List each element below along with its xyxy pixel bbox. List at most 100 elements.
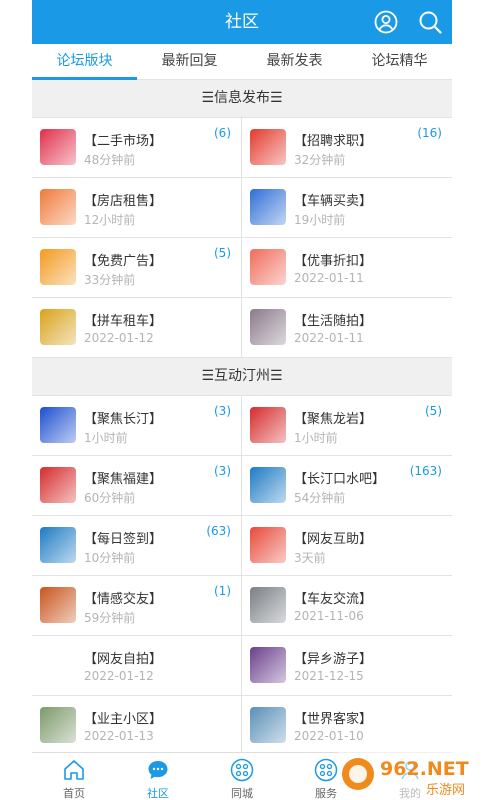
stamp-icon bbox=[250, 407, 286, 443]
search-icon[interactable] bbox=[418, 10, 442, 34]
board-name: 【聚焦长汀】 bbox=[84, 412, 163, 427]
user-icon[interactable] bbox=[374, 10, 398, 34]
home-icon bbox=[64, 760, 84, 780]
board-new-count: (3) bbox=[214, 404, 231, 418]
board-name: 【房店租售】 bbox=[84, 194, 163, 209]
board-item[interactable]: 【生活随拍】 2022-01-11 bbox=[242, 298, 452, 357]
tab-forum-highlights[interactable]: 论坛精华 bbox=[347, 44, 452, 79]
tabbar-community[interactable]: 社区 bbox=[116, 753, 200, 800]
water-drop-icon bbox=[250, 467, 286, 503]
house-icon bbox=[40, 189, 76, 225]
board-name: 【长汀口水吧】 bbox=[294, 472, 386, 487]
board-item[interactable]: 【优事折扣】 2022-01-11 bbox=[242, 238, 452, 297]
active-tab-indicator bbox=[32, 77, 137, 80]
board-last-active: 59分钟前 bbox=[84, 611, 136, 625]
board-item[interactable]: 【情感交友】 59分钟前 (1) bbox=[32, 576, 241, 635]
app-screen: 社区 论坛版块 最新回复 最新发表 论坛精华 ☰信息发布☰ 【二手市场】 48分钟前… bbox=[32, 0, 452, 800]
board-name: 【优事折扣】 bbox=[294, 254, 373, 269]
board-item[interactable]: 【长汀口水吧】 54分钟前 (163) bbox=[242, 456, 452, 515]
ad-icon bbox=[40, 249, 76, 285]
board-item[interactable]: 【二手市场】 48分钟前 (6) bbox=[32, 118, 241, 177]
board-name: 【车友交流】 bbox=[294, 592, 373, 607]
board-item[interactable]: 【免费广告】 33分钟前 (5) bbox=[32, 238, 241, 297]
forum-tabs: 论坛版块 最新回复 最新发表 论坛精华 bbox=[32, 44, 452, 80]
watermark-subtitle: 乐游网 bbox=[426, 783, 465, 798]
tabbar-local[interactable]: 同城 bbox=[200, 753, 284, 800]
board-name: 【业主小区】 bbox=[84, 712, 163, 727]
board-item[interactable]: 【每日签到】 10分钟前 (63) bbox=[32, 516, 241, 575]
board-name: 【异乡游子】 bbox=[294, 652, 373, 667]
stamp-icon bbox=[40, 467, 76, 503]
grid-circle-icon bbox=[314, 758, 338, 782]
shopping-basket-icon bbox=[40, 129, 76, 165]
board-item[interactable]: 【房店租售】 12小时前 bbox=[32, 178, 241, 237]
board-item[interactable]: 【车辆买卖】 19小时前 bbox=[242, 178, 452, 237]
board-last-active: 2021-12-15 bbox=[294, 669, 364, 683]
board-last-active: 1小时前 bbox=[294, 431, 338, 445]
watermark-brand: 962.NET bbox=[380, 758, 469, 780]
section-title: ☰互动汀州☰ bbox=[32, 358, 452, 395]
board-new-count: (63) bbox=[206, 524, 231, 538]
board-item[interactable]: 【招聘求职】 32分钟前 (16) bbox=[242, 118, 452, 177]
right-margin bbox=[452, 0, 484, 800]
tabbar-label: 同城 bbox=[231, 787, 253, 800]
board-last-active: 2021-11-06 bbox=[294, 609, 364, 623]
tab-latest-posts[interactable]: 最新发表 bbox=[242, 44, 347, 79]
board-name: 【招聘求职】 bbox=[294, 134, 373, 149]
board-last-active: 19小时前 bbox=[294, 213, 346, 227]
tab-latest-replies[interactable]: 最新回复 bbox=[137, 44, 242, 79]
tabbar-label: 社区 bbox=[147, 787, 169, 800]
board-new-count: (1) bbox=[214, 584, 231, 598]
tabbar-home[interactable]: 首页 bbox=[32, 753, 116, 800]
board-last-active: 2022-01-12 bbox=[84, 331, 154, 345]
board-last-active: 32分钟前 bbox=[294, 153, 346, 167]
board-last-active: 60分钟前 bbox=[84, 491, 136, 505]
board-grid: 【聚焦长汀】 1小时前 (3) 【聚焦龙岩】 1小时前 (5) 【聚焦福建】 60分钟前 (3)… bbox=[32, 395, 452, 756]
carpool-icon bbox=[40, 309, 76, 345]
board-name: 【聚焦福建】 bbox=[84, 472, 163, 487]
board-name: 【网友互助】 bbox=[294, 532, 373, 547]
top-bar: 社区 bbox=[32, 0, 452, 44]
board-item[interactable]: 【车友交流】 2021-11-06 bbox=[242, 576, 452, 635]
board-last-active: 2022-01-13 bbox=[84, 729, 154, 743]
board-grid: 【二手市场】 48分钟前 (6) 【招聘求职】 32分钟前 (16) 【房店租售】 12小时前… bbox=[32, 117, 452, 358]
board-item[interactable]: 【网友自拍】 2022-01-12 bbox=[32, 636, 241, 695]
water-drop-icon bbox=[40, 527, 76, 563]
car-icon bbox=[250, 587, 286, 623]
board-item[interactable]: 【世界客家】 2022-01-10 bbox=[242, 696, 452, 755]
board-last-active: 3天前 bbox=[294, 551, 326, 565]
board-name: 【生活随拍】 bbox=[294, 314, 373, 329]
chat-bubble-icon bbox=[148, 761, 168, 779]
board-new-count: (6) bbox=[214, 126, 231, 140]
tab-forum-boards[interactable]: 论坛版块 bbox=[32, 44, 137, 79]
sunset-icon bbox=[250, 647, 286, 683]
board-name: 【网友自拍】 bbox=[84, 652, 163, 667]
board-new-count: (3) bbox=[214, 464, 231, 478]
board-name: 【免费广告】 bbox=[84, 254, 163, 269]
watermark-logo: 962.NET 乐游网 bbox=[338, 748, 484, 800]
board-name: 【情感交友】 bbox=[84, 592, 163, 607]
board-item[interactable]: 【业主小区】 2022-01-13 bbox=[32, 696, 241, 755]
board-item[interactable]: 【网友互助】 3天前 bbox=[242, 516, 452, 575]
grid-circle-icon bbox=[230, 758, 254, 782]
board-last-active: 48分钟前 bbox=[84, 153, 136, 167]
board-item[interactable]: 【聚焦福建】 60分钟前 (3) bbox=[32, 456, 241, 515]
buildings-icon bbox=[40, 707, 76, 743]
board-name: 【每日签到】 bbox=[84, 532, 163, 547]
board-name: 【聚焦龙岩】 bbox=[294, 412, 373, 427]
board-item[interactable]: 【聚焦龙岩】 1小时前 (5) bbox=[242, 396, 452, 455]
board-last-active: 2022-01-12 bbox=[84, 669, 154, 683]
board-new-count: (163) bbox=[409, 464, 442, 478]
board-name: 【拼车租车】 bbox=[84, 314, 163, 329]
board-item[interactable]: 【聚焦长汀】 1小时前 (3) bbox=[32, 396, 241, 455]
board-item[interactable]: 【异乡游子】 2021-12-15 bbox=[242, 636, 452, 695]
tabbar-label: 首页 bbox=[63, 787, 85, 800]
board-last-active: 2022-01-11 bbox=[294, 331, 364, 345]
board-last-active: 2022-01-11 bbox=[294, 271, 364, 285]
board-last-active: 33分钟前 bbox=[84, 273, 136, 287]
board-item[interactable]: 【拼车租车】 2022-01-12 bbox=[32, 298, 241, 357]
board-new-count: (5) bbox=[214, 246, 231, 260]
starburst-icon bbox=[40, 407, 76, 443]
board-last-active: 10分钟前 bbox=[84, 551, 136, 565]
board-last-active: 54分钟前 bbox=[294, 491, 346, 505]
